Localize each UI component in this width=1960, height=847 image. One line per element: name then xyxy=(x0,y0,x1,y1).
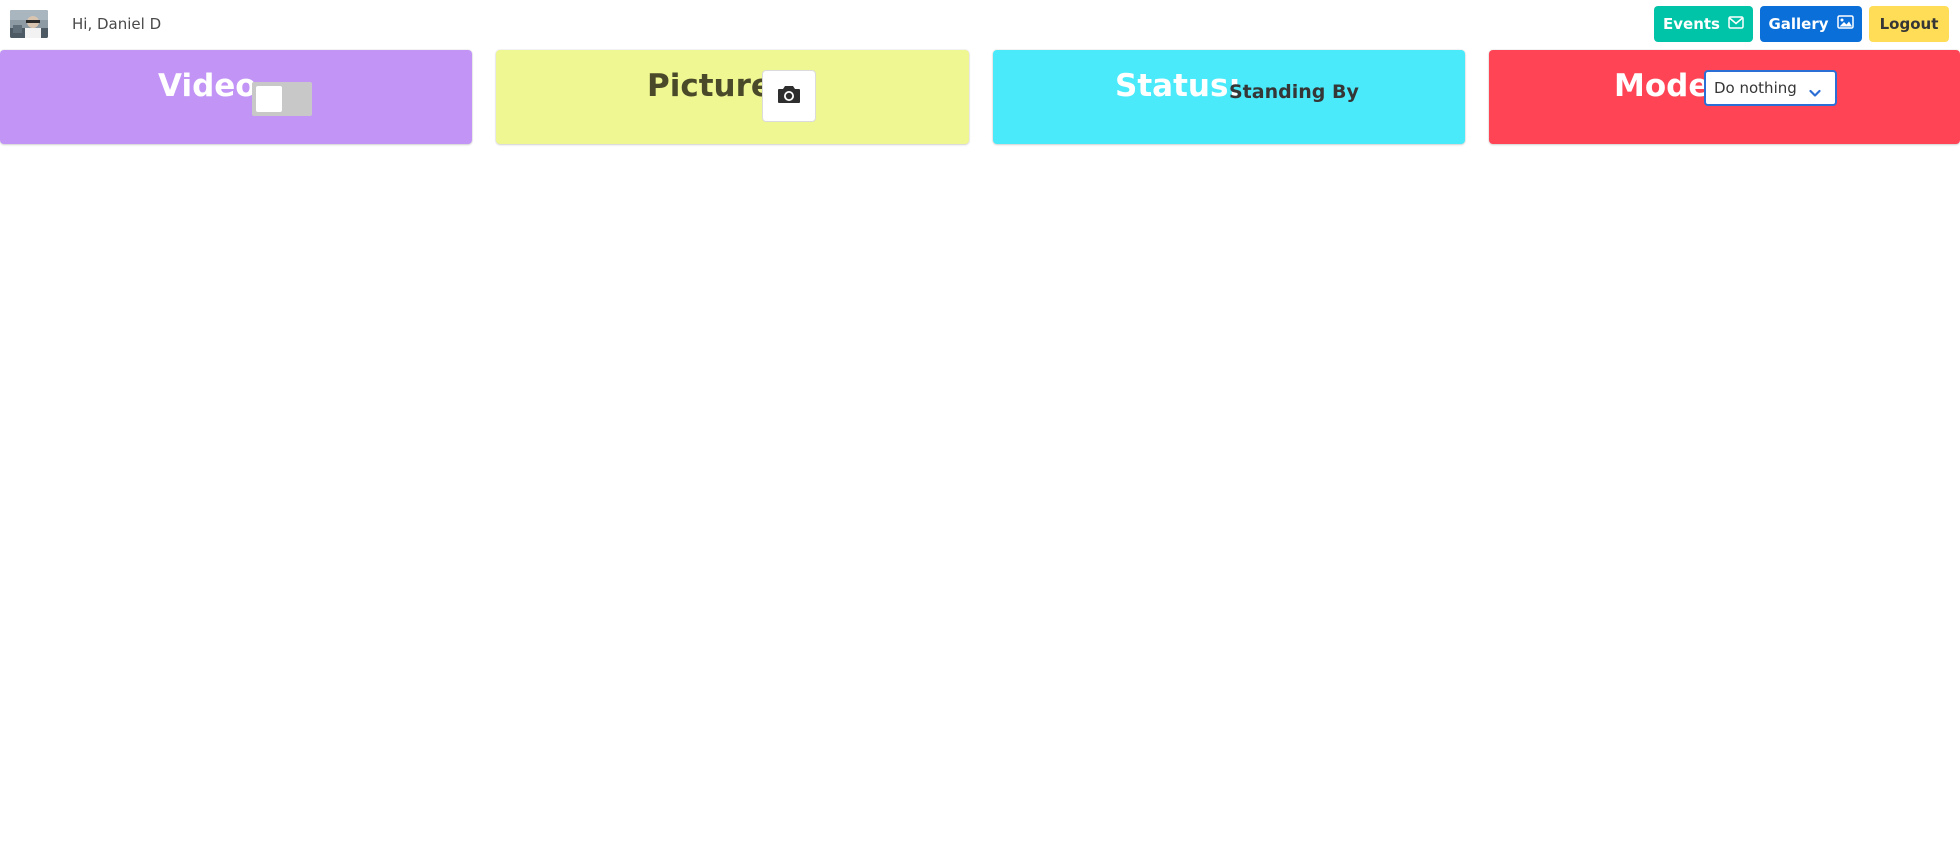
greeting-text: Hi, Daniel D xyxy=(72,15,162,33)
status-value: Standing By xyxy=(1229,81,1359,103)
chevron-down-icon xyxy=(1809,83,1821,102)
video-card: Video xyxy=(0,50,472,144)
picture-card: Picture xyxy=(496,50,969,144)
events-button[interactable]: Events xyxy=(1654,6,1753,42)
mode-card-title: Mode xyxy=(1614,68,1710,104)
logout-button[interactable]: Logout xyxy=(1869,6,1949,42)
status-card-title: Status: xyxy=(1115,68,1241,104)
mode-select-value: Do nothing xyxy=(1714,79,1797,97)
gallery-button-label: Gallery xyxy=(1768,15,1829,33)
envelope-icon xyxy=(1728,15,1744,33)
logout-button-label: Logout xyxy=(1879,15,1939,33)
picture-card-title: Picture xyxy=(647,68,772,104)
top-navbar: Hi, Daniel D Events Gallery Logout xyxy=(0,0,1960,48)
status-card: Status: Standing By xyxy=(993,50,1465,144)
video-card-title: Video xyxy=(158,68,257,104)
video-toggle[interactable] xyxy=(252,82,312,116)
user-avatar[interactable] xyxy=(10,10,48,38)
gallery-button[interactable]: Gallery xyxy=(1760,6,1862,42)
camera-icon xyxy=(777,84,801,108)
video-toggle-knob xyxy=(256,86,282,112)
mode-card: Mode Do nothing xyxy=(1489,50,1960,144)
mode-select[interactable]: Do nothing xyxy=(1704,70,1837,106)
image-icon xyxy=(1836,15,1854,33)
events-button-label: Events xyxy=(1663,15,1720,33)
take-picture-button[interactable] xyxy=(762,70,816,122)
